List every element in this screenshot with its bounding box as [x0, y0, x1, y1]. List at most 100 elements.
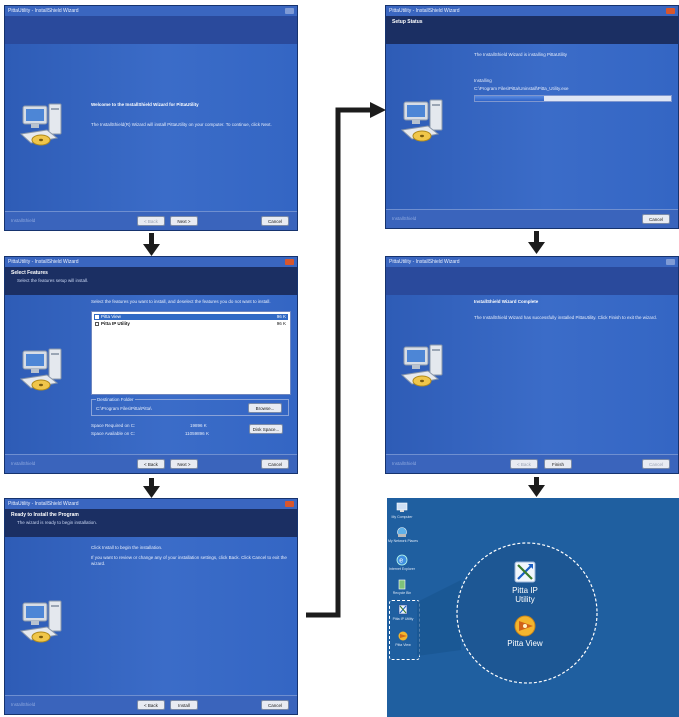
select-features-window: PittaUtility - InstallShield Wizard Sele… [4, 256, 298, 474]
button-bar: InstallShield < Back Finish Cancel [386, 454, 678, 473]
window-title: PittaUtility - InstallShield Wizard [389, 8, 460, 14]
wizard-body: Welcome to the InstallShield Wizard for … [5, 44, 297, 212]
back-button[interactable]: < Back [137, 459, 165, 469]
header-band [386, 267, 678, 295]
feature-size: 96 K [276, 321, 286, 326]
back-button[interactable]: < Back [137, 216, 165, 226]
desktop: My Computer My Network Places e Internet… [387, 498, 679, 717]
internet-explorer-icon[interactable]: e [395, 554, 409, 566]
next-button[interactable]: Next > [170, 459, 198, 469]
window-title: PittaUtility - InstallShield Wizard [8, 501, 79, 507]
pitta-ip-utility-icon[interactable] [396, 604, 410, 616]
arrow-head [143, 244, 160, 256]
my-computer-icon[interactable] [395, 502, 409, 514]
destination-path: C:\Program Files\Pitta\Pitta\ [96, 406, 152, 411]
computer-icon [17, 100, 69, 148]
desktop-icon-label: Pitta IP Utility [392, 617, 414, 621]
wizard-body: Select the features you want to install,… [5, 295, 297, 455]
back-button[interactable]: < Back [137, 700, 165, 710]
checkbox-icon[interactable] [95, 315, 99, 319]
close-icon[interactable] [285, 8, 294, 14]
computer-icon [398, 96, 450, 144]
ready-to-install-window: PittaUtility - InstallShield Wizard Read… [4, 498, 298, 715]
computer-icon [398, 341, 450, 389]
complete-description: The InstallShield Wizard has successfull… [474, 315, 657, 320]
close-icon[interactable] [285, 501, 294, 507]
complete-heading: InstallShield Wizard Complete [474, 299, 539, 304]
installshield-label: InstallShield [11, 461, 36, 466]
header-band: Select Features Select the features setu… [5, 267, 297, 295]
disk-space-button[interactable]: Disk Space... [249, 424, 283, 434]
svg-text:e: e [399, 558, 403, 565]
cancel-button[interactable]: Cancel [642, 459, 670, 469]
arrow-head [528, 242, 545, 254]
page-title: Ready to Install the Program [11, 512, 79, 518]
pitta-ip-utility-icon[interactable] [513, 560, 537, 584]
installshield-label: InstallShield [11, 218, 36, 223]
close-icon[interactable] [666, 259, 675, 265]
features-instruction: Select the features you want to install,… [91, 299, 271, 304]
button-bar: InstallShield < Back Next > Cancel [5, 454, 297, 473]
header-band: Setup Status [386, 16, 678, 44]
desktop-icon-label: Pitta View [395, 643, 411, 647]
header-band: Ready to Install the Program The wizard … [5, 509, 297, 537]
connector-arrow [306, 102, 386, 618]
cancel-button[interactable]: Cancel [642, 214, 670, 224]
installshield-label: InstallShield [392, 461, 417, 466]
page-subtitle: The wizard is ready to begin installatio… [17, 520, 98, 525]
destination-label: Destination Folder [96, 397, 135, 402]
computer-icon [17, 597, 69, 645]
welcome-description: The InstallShield(R) Wizard will install… [91, 122, 272, 127]
feature-size: 96 K [276, 314, 286, 319]
space-available-value: 11059896 K [185, 431, 209, 436]
header-band [5, 16, 297, 44]
space-available-label: Space Available on C: [91, 431, 135, 436]
close-icon[interactable] [285, 259, 294, 265]
button-bar: InstallShield < Back Install Cancel [5, 695, 297, 714]
ready-line-1: Click Install to begin the installation. [91, 545, 163, 550]
wizard-body: The InstallShield Wizard is installing P… [386, 44, 678, 210]
recycle-bin-icon[interactable] [395, 578, 409, 590]
cancel-button[interactable]: Cancel [261, 459, 289, 469]
welcome-window: PittaUtility - InstallShield Wizard Welc… [4, 5, 298, 231]
button-bar: InstallShield Cancel [386, 209, 678, 228]
cancel-button[interactable]: Cancel [261, 700, 289, 710]
arrow-head [143, 486, 160, 498]
feature-name: Pitta View [101, 314, 121, 319]
back-button[interactable]: < Back [510, 459, 538, 469]
page-subtitle: Select the features setup will install. [17, 278, 89, 283]
pitta-view-icon[interactable] [513, 614, 537, 638]
setup-status-window: PittaUtility - InstallShield Wizard Setu… [385, 5, 679, 229]
progress-fill [475, 96, 544, 101]
pitta-view-icon[interactable] [396, 630, 410, 642]
cancel-button[interactable]: Cancel [261, 216, 289, 226]
feature-item[interactable]: Pitta IP Utility 96 K [94, 321, 288, 327]
status-description: The InstallShield Wizard is installing P… [474, 52, 568, 57]
install-button[interactable]: Install [170, 700, 198, 710]
wizard-body: InstallShield Wizard Complete The Instal… [386, 295, 678, 455]
window-title: PittaUtility - InstallShield Wizard [389, 259, 460, 265]
finish-button[interactable]: Finish [544, 459, 572, 469]
feature-name: Pitta IP Utility [101, 321, 130, 326]
feature-item[interactable]: Pitta View 96 K [94, 314, 288, 320]
installing-path: C:\Program Files\Pitta\Uninstall\Pitta_U… [474, 86, 569, 91]
browse-button[interactable]: Browse... [248, 403, 282, 413]
close-icon[interactable] [666, 8, 675, 14]
installshield-label: InstallShield [392, 216, 417, 221]
ready-line-3: wizard. [91, 561, 106, 566]
progress-bar [474, 95, 672, 102]
space-required-label: Space Required on C: [91, 423, 136, 428]
next-button[interactable]: Next > [170, 216, 198, 226]
ready-line-2: If you want to review or change any of y… [91, 555, 287, 560]
computer-icon [17, 345, 69, 393]
network-places-icon[interactable] [395, 526, 409, 538]
zoom-label-ip-utility: Pitta IP Utility [512, 586, 538, 604]
desktop-icon-label: Internet Explorer [389, 567, 415, 571]
window-title: PittaUtility - InstallShield Wizard [8, 8, 79, 14]
desktop-icon-label: Recycle Bin [392, 591, 412, 595]
window-title: PittaUtility - InstallShield Wizard [8, 259, 79, 265]
installing-label: Installing [474, 78, 492, 83]
checkbox-icon[interactable] [95, 322, 99, 326]
feature-tree[interactable]: Pitta View 96 K Pitta IP Utility 96 K [91, 311, 291, 395]
wizard-body: Click Install to begin the installation.… [5, 537, 297, 696]
